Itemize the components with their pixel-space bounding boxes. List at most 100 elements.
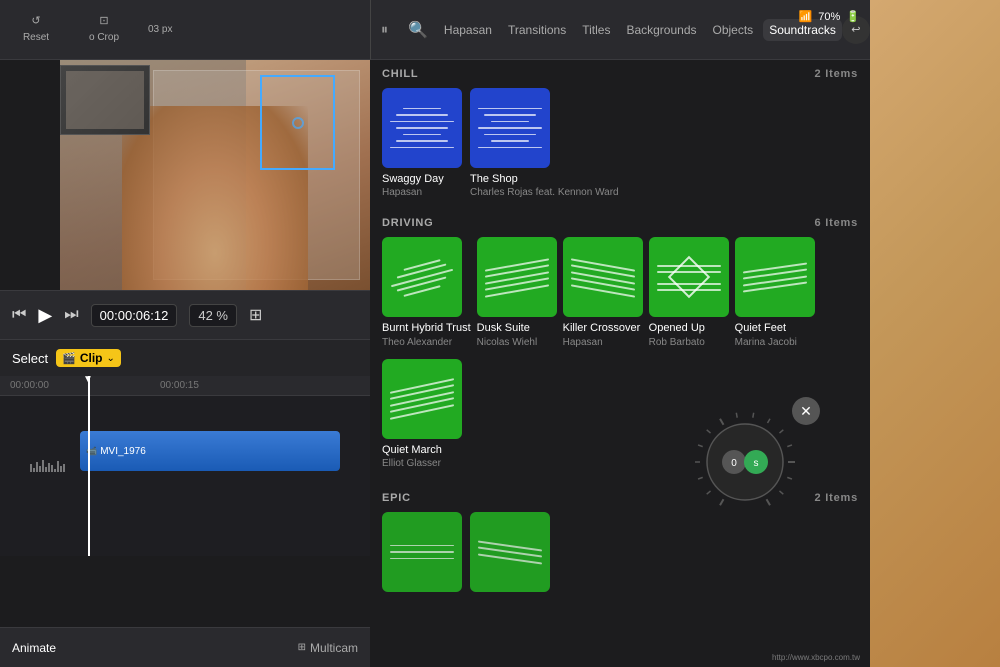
search-button[interactable]: 🔍: [398, 20, 438, 40]
status-bar: 📶 70% 🔋: [799, 10, 860, 23]
dusk-suite-artist: Nicolas Wiehl: [477, 336, 557, 349]
bottom-bar: Animate ⊞ Multicam: [0, 627, 370, 667]
multicam-tab[interactable]: ⊞ Multicam: [298, 641, 358, 655]
battery-level: 70%: [818, 11, 840, 23]
fit-button[interactable]: ⊞: [249, 305, 262, 325]
timeline-track: 📹 MVI_1976: [0, 426, 370, 476]
table-background: [870, 0, 1000, 667]
soundtrack-quiet-feet[interactable]: Quiet Feet Marina Jacobi: [735, 237, 815, 348]
killer-crossover-title: Killer Crossover: [563, 321, 643, 335]
select-label: Select: [12, 351, 48, 366]
driving-header: DRIVING 6 Items: [370, 209, 870, 233]
driving-grid: Burnt Hybrid Trust Theo Alexander: [370, 233, 870, 358]
soundtrack-killer-crossover[interactable]: Killer Crossover Hapasan: [563, 237, 643, 348]
quiet-feet-thumb: [735, 237, 815, 317]
driving-label: DRIVING: [382, 217, 433, 229]
tab-objects[interactable]: Objects: [707, 19, 760, 41]
swaggy-day-title: Swaggy Day: [382, 172, 462, 186]
burnt-hybrid-thumb: [382, 237, 462, 317]
the-shop-artist: Charles Rojas feat. Kennon Ward: [470, 186, 619, 199]
epic-count: 2 Items: [814, 492, 858, 504]
crop-button[interactable]: ⊡: [76, 15, 132, 28]
the-shop-thumb: [470, 88, 550, 168]
epic-label: EPIC: [382, 492, 411, 504]
battery-icon: 🔋: [846, 10, 860, 23]
swaggy-day-thumb: [382, 88, 462, 168]
killer-crossover-thumb: [563, 237, 643, 317]
dusk-suite-title: Dusk Suite: [477, 321, 557, 335]
skip-back-button[interactable]: ⏮: [12, 306, 26, 324]
clip-type-label: Clip: [80, 351, 103, 365]
crop-label: o Crop: [76, 32, 132, 44]
epic-thumb-1: [382, 512, 462, 592]
clip-selector[interactable]: 🎬 Clip ⌄: [56, 349, 121, 367]
timeline-ruler: 00:00:00 00:00:15: [0, 376, 370, 396]
timeline-playhead: [88, 376, 90, 556]
watermark: http://www.xbcpo.com.tw: [772, 653, 860, 662]
quiet-feet-artist: Marina Jacobi: [735, 336, 815, 349]
soundtrack-quiet-march[interactable]: Quiet March Elliot Glasser: [382, 359, 462, 470]
chill-section: CHILL 2 Items: [370, 60, 870, 209]
epic-thumb-2: [470, 512, 550, 592]
swaggy-day-artist: Hapasan: [382, 186, 462, 199]
skip-forward-button[interactable]: ⏭: [64, 306, 78, 324]
soundtrack-the-shop[interactable]: The Shop Charles Rojas feat. Kennon Ward: [470, 88, 619, 199]
quiet-march-title: Quiet March: [382, 443, 462, 457]
quiet-march-artist: Elliot Glasser: [382, 457, 462, 470]
the-shop-title: The Shop: [470, 172, 619, 186]
epic-item-2[interactable]: [470, 512, 550, 596]
tab-titles[interactable]: Titles: [576, 19, 616, 41]
soundtrack-dusk-suite[interactable]: Dusk Suite Nicolas Wiehl: [477, 237, 557, 348]
clip-label: MVI_1976: [100, 446, 146, 457]
tab-navigation: Hapasan Transitions Titles Backgrounds O…: [438, 19, 842, 41]
soundtrack-opened-up[interactable]: Opened Up Rob Barbato: [649, 237, 729, 348]
chill-header: CHILL 2 Items: [370, 60, 870, 84]
tab-backgrounds[interactable]: Backgrounds: [620, 19, 702, 41]
opened-up-title: Opened Up: [649, 321, 729, 335]
multicam-label: Multicam: [310, 641, 358, 655]
soundtrack-swaggy-day[interactable]: Swaggy Day Hapasan: [382, 88, 462, 199]
driving-count: 6 Items: [814, 217, 858, 229]
reset-button[interactable]: ↺: [12, 15, 60, 28]
zoom-level-display: 42 %: [189, 304, 237, 327]
chill-grid: Swaggy Day Hapasan: [370, 84, 870, 209]
ipad-screen: ↺ Reset ⊡ o Crop 03 px ⏸ 🔍 Hapasan Trans…: [0, 0, 870, 667]
media-browser: CHILL 2 Items: [370, 60, 870, 667]
reset-label: Reset: [12, 32, 60, 44]
ruler-mark-15: 00:00:15: [160, 380, 199, 391]
ruler-mark-start: 00:00:00: [10, 380, 49, 391]
quiet-feet-title: Quiet Feet: [735, 321, 815, 335]
volume-dial[interactable]: 0 s: [690, 407, 800, 517]
burnt-hybrid-title: Burnt Hybrid Trust: [382, 321, 471, 335]
chill-label: CHILL: [382, 68, 418, 80]
browser-scroll[interactable]: CHILL 2 Items: [370, 60, 870, 667]
volume-dial-overlay: ✕: [690, 407, 810, 527]
tab-transitions[interactable]: Transitions: [502, 19, 572, 41]
mini-thumbnail: [60, 65, 150, 135]
transport-controls: ⏮ ▶ ⏭ 00:00:06:12 42 % ⊞: [0, 290, 370, 340]
right-toolbar: ⏸ 🔍 Hapasan Transitions Titles Backgroun…: [370, 0, 870, 60]
svg-text:0: 0: [731, 458, 737, 469]
timecode-display: 00:00:06:12: [91, 304, 178, 327]
opened-up-thumb: [649, 237, 729, 317]
select-bar: Select 🎬 Clip ⌄: [0, 340, 370, 376]
animate-label: Animate: [12, 641, 56, 655]
dial-close-button[interactable]: ✕: [792, 397, 820, 425]
burnt-hybrid-artist: Theo Alexander: [382, 336, 471, 349]
tab-effects[interactable]: Hapasan: [438, 19, 498, 41]
animate-tab[interactable]: Animate: [12, 641, 56, 655]
opened-up-artist: Rob Barbato: [649, 336, 729, 349]
play-button[interactable]: ▶: [38, 305, 52, 326]
timeline-clip[interactable]: 📹 MVI_1976: [80, 431, 340, 471]
killer-crossover-artist: Hapasan: [563, 336, 643, 349]
left-toolbar: ↺ Reset ⊡ o Crop 03 px: [0, 0, 370, 60]
px-label: 03 px: [148, 24, 172, 36]
timeline-area: 00:00:00 00:00:15 📹 MVI_1976: [0, 376, 370, 556]
pause-button[interactable]: ⏸: [371, 21, 398, 38]
chill-count: 2 Items: [814, 68, 858, 80]
dusk-suite-thumb: [477, 237, 557, 317]
epic-item-1[interactable]: [382, 512, 462, 596]
wifi-icon: 📶: [799, 10, 813, 23]
quiet-march-thumb: [382, 359, 462, 439]
soundtrack-burnt-hybrid[interactable]: Burnt Hybrid Trust Theo Alexander: [382, 237, 471, 348]
